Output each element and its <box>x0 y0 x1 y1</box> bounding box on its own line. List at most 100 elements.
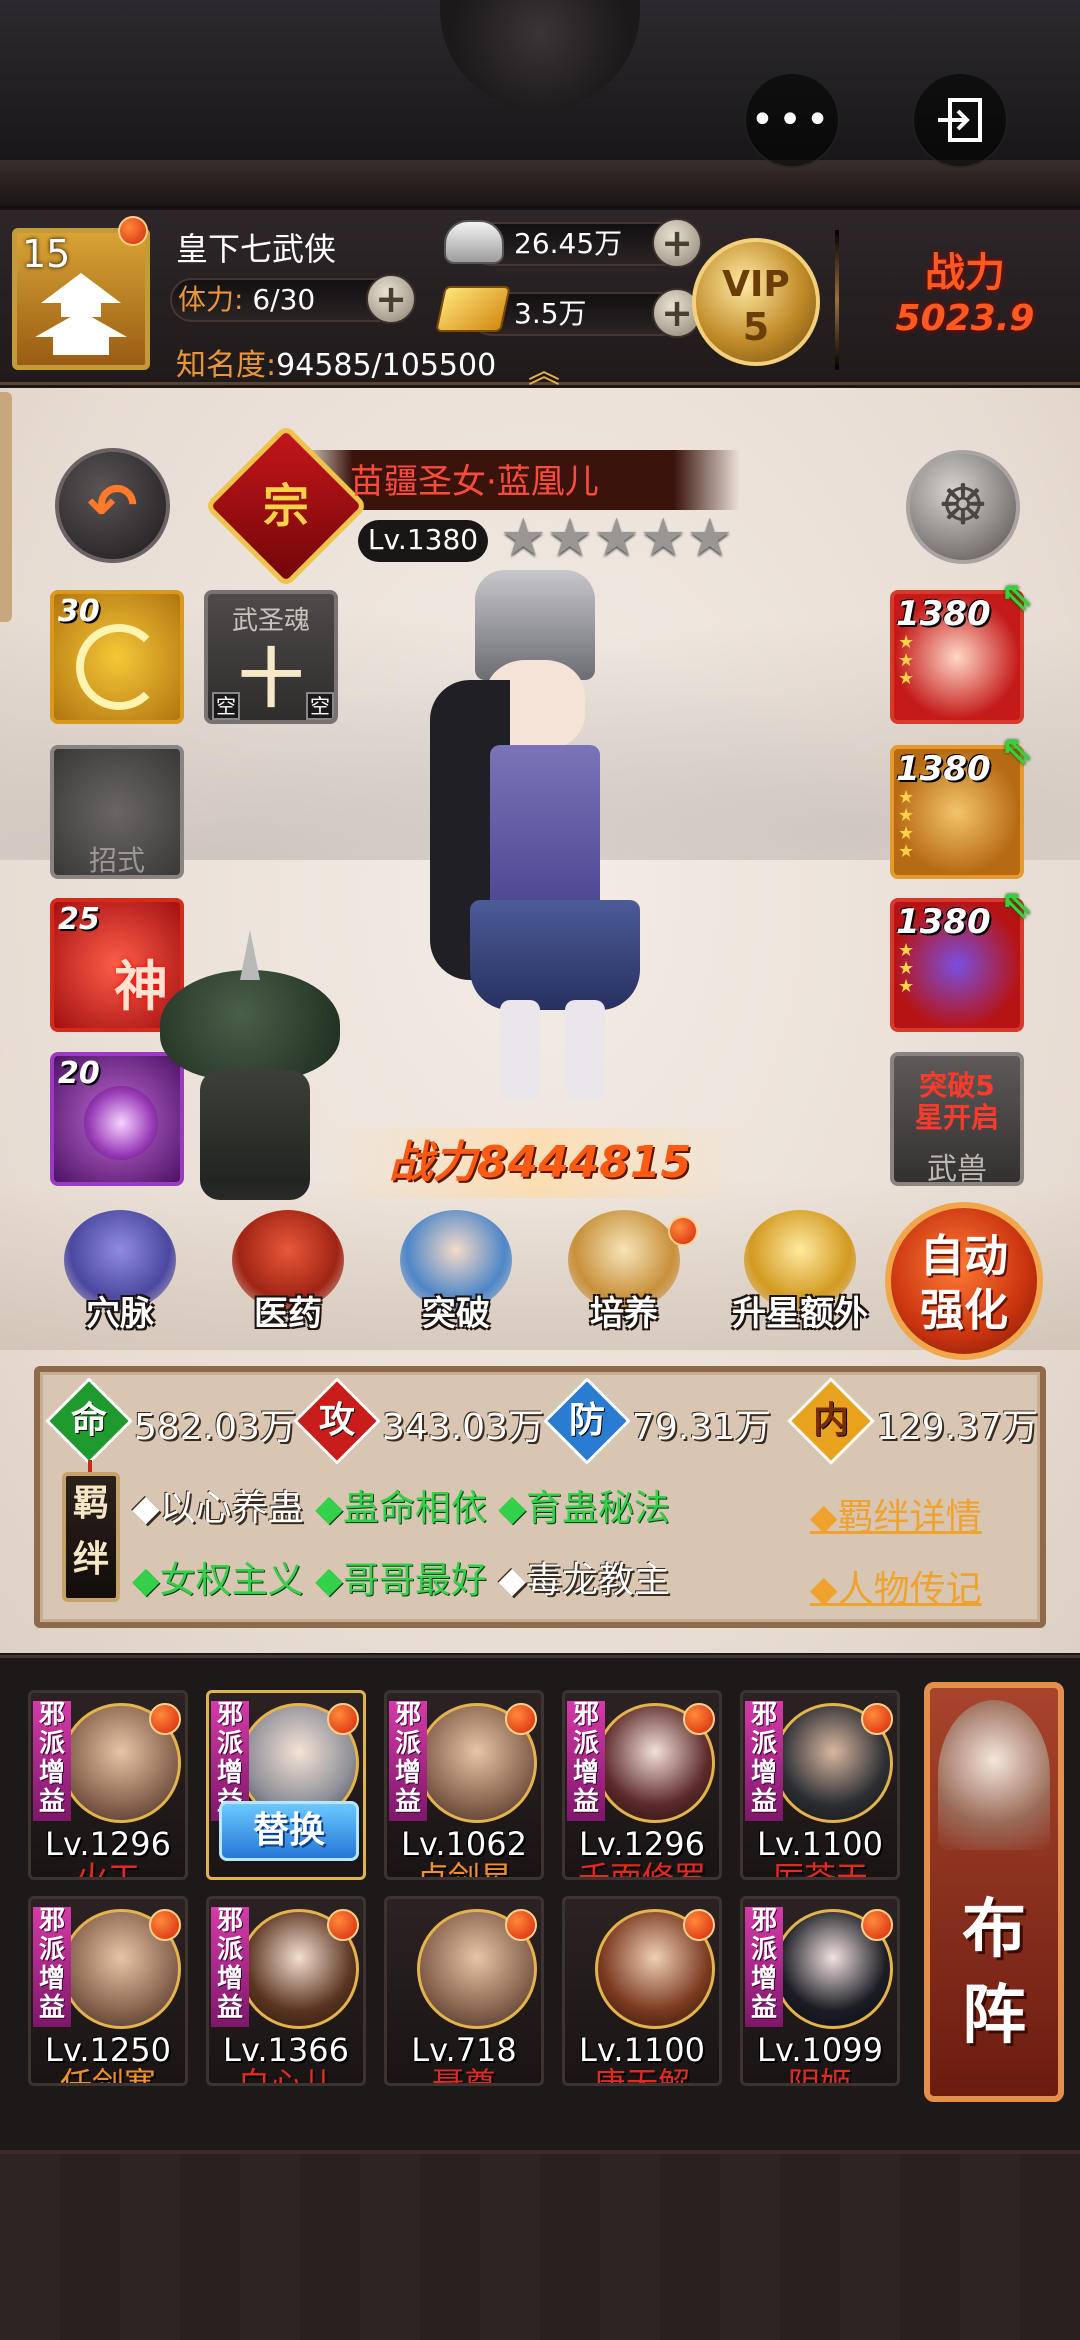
statue-button[interactable]: ☸ <box>906 450 1020 564</box>
notify-dot <box>683 1703 715 1735</box>
return-arrow-icon: ↶ <box>87 470 138 541</box>
bond-details-link[interactable]: ◆羁绊详情 <box>810 1488 982 1540</box>
cultivate-notify-dot <box>668 1216 698 1246</box>
hero-card[interactable]: 邪派增益 Lv.1366 白心儿 <box>206 1896 366 2086</box>
skill-slot-1[interactable]: 30 <box>50 590 184 724</box>
bond-item: ◆女权主义 <box>132 1560 304 1601</box>
medicine-button[interactable]: 医药 <box>218 1210 358 1340</box>
gold-value: 3.5万 <box>514 297 587 330</box>
bond-item: ◆育蛊秘法 <box>498 1488 670 1529</box>
hero-card-name: 火工 <box>75 1859 140 1880</box>
evil-faction-badge: 邪派增益 <box>745 1907 783 2027</box>
equip-3-level: 1380 <box>896 902 991 942</box>
star-icon: ★ <box>639 508 687 568</box>
vip-badge[interactable]: VIP 5 <box>692 238 820 366</box>
auto-line2: 强化 <box>920 1285 1008 1336</box>
hero-card-name: 任剑寒 <box>59 2065 156 2086</box>
beast-unlock-line1: 突破5 <box>919 1069 995 1102</box>
equip-1-level: 1380 <box>896 594 991 634</box>
add-stamina-button[interactable]: + <box>366 274 416 324</box>
hero-card[interactable]: 邪派增益 Lv.1250 任剑寒 <box>28 1896 188 2086</box>
notify-dot <box>505 1909 537 1941</box>
breakthrough-button[interactable]: 突破 <box>386 1210 526 1340</box>
swirl-icon <box>76 624 162 710</box>
formation-button[interactable]: 布 阵 <box>924 1682 1064 2102</box>
more-menu-button[interactable]: ••• <box>744 72 840 168</box>
side-tab[interactable] <box>0 392 12 622</box>
companion-hat <box>160 970 340 1080</box>
defense-value: 79.31万 <box>632 1407 772 1448</box>
hero-level: Lv.1380 <box>358 520 488 562</box>
more-dots-icon: ••• <box>750 97 834 143</box>
silver-value: 26.45万 <box>514 227 623 260</box>
hero-card[interactable]: Lv.1100 唐无解 <box>562 1896 722 2086</box>
add-silver-button[interactable]: + <box>652 218 702 268</box>
gold-bars-icon <box>435 286 511 332</box>
power-label: 战力 <box>925 250 1005 296</box>
martial-soul-slot[interactable]: 武圣魂 十 空 空 <box>204 590 338 724</box>
buddha-statue-icon: ☸ <box>937 473 989 538</box>
move-slot[interactable]: 招式 <box>50 745 184 879</box>
bond-item: ◆毒龙教主 <box>498 1560 670 1601</box>
martial-beast-slot[interactable]: 突破5 星开启 武兽 <box>890 1052 1024 1186</box>
star-icon: ★ <box>546 508 594 568</box>
star-rating: ★★★★★ <box>500 512 733 564</box>
hero-card[interactable]: Lv.718 聂尊 <box>384 1896 544 2086</box>
equip-1-stars: ★ ★ ★ <box>898 632 915 689</box>
attack-char: 攻 <box>318 1400 355 1441</box>
breakthrough-label: 突破 <box>422 1294 490 1334</box>
notify-dot <box>861 1909 893 1941</box>
meridian-button[interactable]: 穴脉 <box>50 1210 190 1340</box>
hero-skirt <box>470 900 640 1010</box>
slot-4-level: 20 <box>58 1056 100 1091</box>
upgrade-arrow-icon: ⇖ <box>1000 728 1034 774</box>
hero-robe <box>490 745 600 915</box>
avatar-notify-dot <box>118 216 148 246</box>
hero-card-name: 白心儿 <box>237 2065 334 2086</box>
rank-char: 宗 <box>263 479 309 533</box>
evil-faction-badge: 邪派增益 <box>211 1907 249 2027</box>
stamina-label: 体力: <box>178 283 244 316</box>
replace-button[interactable]: 替换 <box>219 1801 359 1861</box>
hero-card-name: 唐无解 <box>593 2065 690 2086</box>
notify-dot <box>149 1703 181 1735</box>
exit-button[interactable] <box>912 72 1008 168</box>
star-icon: ★ <box>593 508 640 568</box>
sage-portrait <box>938 1700 1050 1850</box>
orb-icon <box>84 1086 158 1160</box>
hero-card-name: 千面修罗 <box>577 1859 706 1880</box>
back-button[interactable]: ↶ <box>55 448 170 563</box>
move-label: 招式 <box>88 844 145 877</box>
notify-dot <box>327 1703 359 1735</box>
biography-link[interactable]: ◆人物传记 <box>810 1560 982 1612</box>
evil-faction-badge: 邪派增益 <box>567 1701 605 1821</box>
upgrade-arrow-icon: ⇖ <box>1000 882 1034 928</box>
hero-card[interactable]: 邪派增益 Lv.1296 火工 <box>28 1690 188 1880</box>
hero-card-name: 聂尊 <box>431 2065 496 2086</box>
hero-figure <box>380 570 690 1110</box>
silver-ingot-icon <box>444 220 504 264</box>
player-level: 15 <box>22 232 71 276</box>
power-value: 5023.9 <box>895 298 1035 339</box>
star-up-extra-button[interactable]: 升星额外 <box>722 1210 878 1340</box>
notify-dot <box>505 1703 537 1735</box>
soul-empty-right: 空 <box>306 692 334 720</box>
roof-beam <box>0 160 1080 206</box>
beast-unlock-line2: 星开启 <box>914 1101 999 1134</box>
vip-label: VIP <box>722 264 790 305</box>
hero-card[interactable]: 邪派增益 Lv.1062 卢剑星 <box>384 1690 544 1880</box>
hero-card[interactable]: 邪派增益 Lv.1296 千面修罗 <box>562 1690 722 1880</box>
expand-chevron-icon[interactable]: ︽ <box>528 346 560 392</box>
auto-strengthen-button[interactable]: 自动 强化 <box>885 1202 1043 1360</box>
hero-card[interactable]: 邪派增益 Lv.1100 厉苍天 <box>740 1690 900 1880</box>
player-power: 战力 5023.9 <box>850 240 1080 339</box>
slot-1-level: 30 <box>58 594 100 629</box>
equip-2-stars: ★ ★ ★ ★ <box>898 787 915 862</box>
hero-card[interactable]: 邪派增益 Lv.1099 阴姬 <box>740 1896 900 2086</box>
meridian-label: 穴脉 <box>86 1294 154 1334</box>
hero-card-selected[interactable]: 邪派增益 替换 <box>206 1690 366 1880</box>
star-up-extra-label: 升星额外 <box>732 1294 868 1334</box>
vip-level: 5 <box>742 305 770 349</box>
hat-spike <box>240 930 260 980</box>
life-value: 582.03万 <box>134 1407 296 1448</box>
